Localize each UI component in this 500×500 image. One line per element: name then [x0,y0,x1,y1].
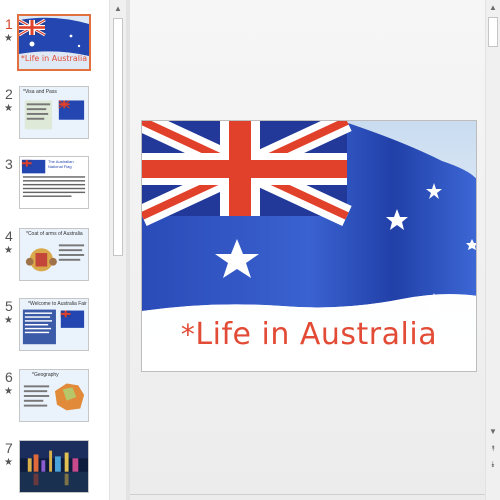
slide-title[interactable]: *Life in Australia [142,317,476,352]
thumbnail-scroll-thumb[interactable] [113,18,123,256]
slide-thumbnail-1[interactable]: 1 ★ *Life in Australia [0,14,109,72]
slide-thumbnail-preview[interactable]: The Australian National Flag [19,156,89,209]
slide-number: 4 [5,228,13,244]
divider [130,494,485,495]
main-scrollbar[interactable]: ▲ ▼ ⯭ ⯯ [485,0,500,500]
slide-thumbnail-preview[interactable]: *Life in Australia [17,14,91,71]
main-scroll-thumb[interactable] [488,17,498,47]
slide-number: 2 [5,86,13,102]
slide-thumbnail-4[interactable]: 4 ★ *Coat of arms of Australia [0,228,109,284]
thumbnail-title: *Coat of arms of Australia [26,231,83,237]
slide-number: 1 [5,16,13,32]
animation-star-icon: ★ [4,33,13,44]
slide-thumbnail-2[interactable]: 2 ★ *Visa and Pass [0,86,109,142]
animation-star-icon: ★ [4,386,13,397]
slide-thumbnail-7[interactable]: 7 ★ [0,440,109,496]
current-slide[interactable]: *Life in Australia [141,120,477,372]
slide-thumbnail-5[interactable]: 5 ★ *Welcome to Australia Fair [0,298,109,354]
city-night-thumbnail-image [20,441,88,492]
title-asterisk: * [180,318,196,351]
previous-slide-icon[interactable]: ⯭ [486,442,500,456]
animation-star-icon: ★ [4,245,13,256]
title-text: Life in Australia [195,317,438,352]
thumbnail-scrollbar[interactable]: ▲ [109,0,126,500]
next-slide-icon[interactable]: ⯯ [486,458,500,472]
slide-number: 6 [5,369,13,385]
thumbnail-title: *Welcome to Australia Fair [28,301,87,307]
thumbnail-title: The Australian National Flag [48,159,74,169]
slide-thumbnail-6[interactable]: 6 ★ *Geography [0,369,109,425]
slide-thumbnail-preview[interactable]: *Visa and Pass [19,86,89,139]
scroll-down-arrow-icon[interactable]: ▼ [486,424,500,438]
slide-thumbnail-pane: 1 ★ *Life in Australia 2 ★ *Visa and Pas… [0,0,109,500]
slide-number: 7 [5,440,13,456]
slide-number: 3 [5,156,13,172]
slide-thumbnail-preview[interactable]: *Coat of arms of Australia [19,228,89,281]
animation-star-icon: ★ [4,315,13,326]
slide-thumbnail-3[interactable]: 3 The Australian National Flag [0,156,109,212]
animation-star-icon: ★ [4,457,13,468]
slide-number: 5 [5,298,13,314]
slide-thumbnail-preview[interactable] [19,440,89,493]
thumbnail-title: *Visa and Pass [23,89,57,95]
slide-thumbnail-preview[interactable]: *Welcome to Australia Fair [19,298,89,351]
slide-editing-area: *Life in Australia [130,0,485,500]
thumbnail-title: *Geography [32,372,59,378]
scroll-up-arrow-icon[interactable]: ▲ [486,0,500,14]
slide-thumbnail-preview[interactable]: *Geography [19,369,89,422]
animation-star-icon: ★ [4,103,13,114]
scroll-up-arrow-icon[interactable]: ▲ [110,0,126,16]
thumbnail-title: *Life in Australia [20,54,88,63]
